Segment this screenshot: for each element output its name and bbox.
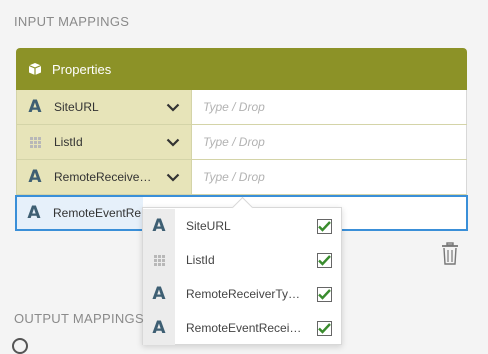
dropdown-item-label: RemoteEventRecei… [186, 321, 302, 335]
mapping-row: ListId Type / Drop [16, 125, 467, 160]
checkbox[interactable] [317, 286, 332, 302]
dropdown-item-label: RemoteReceiverTy… [186, 287, 301, 301]
dropdown-item[interactable]: A RemoteReceiverTy… [143, 277, 341, 311]
trash-icon[interactable] [440, 242, 460, 266]
lookup-type-icon [26, 136, 44, 148]
chevron-down-icon[interactable] [166, 173, 180, 182]
parameter-name: ListId [54, 135, 83, 149]
parameter-selector[interactable]: ListId [16, 125, 191, 159]
box-icon [28, 62, 42, 76]
chevron-down-icon[interactable] [166, 138, 180, 147]
mapping-row: A RemoteReceive… Type / Drop [16, 160, 467, 195]
dropdown-item[interactable]: ListId [143, 243, 341, 277]
properties-header[interactable]: Properties [16, 48, 467, 90]
checkbox[interactable] [317, 218, 332, 234]
text-type-icon: A [152, 318, 166, 338]
input-mappings-heading: INPUT MAPPINGS [14, 14, 130, 29]
parameter-selector[interactable]: A SiteURL [16, 90, 191, 124]
dropdown-item-label: ListId [186, 253, 215, 267]
text-type-icon: A [28, 167, 42, 187]
panel-title: Properties [52, 61, 112, 77]
text-type-icon: A [27, 203, 41, 223]
lookup-type-icon [150, 254, 168, 266]
dropdown-item[interactable]: A SiteURL [143, 209, 341, 243]
checkbox[interactable] [317, 320, 332, 336]
checkbox[interactable] [317, 252, 332, 268]
parameter-selector[interactable]: A RemoteReceive… [16, 160, 191, 194]
parameter-name: RemoteReceive… [54, 170, 152, 184]
text-type-icon: A [152, 284, 166, 304]
parameter-name: RemoteEventRe [53, 206, 142, 220]
parameter-dropdown: A SiteURL ListId A RemoteReceiverTy… A R… [142, 196, 342, 345]
dropdown-item-label: SiteURL [186, 219, 231, 233]
output-add-icon[interactable] [12, 338, 28, 354]
mapping-row: A SiteURL Type / Drop [16, 90, 467, 125]
parameter-name: SiteURL [54, 100, 99, 114]
properties-panel: Properties A SiteURL Type / Drop ListId … [16, 48, 467, 195]
value-input[interactable]: Type / Drop [191, 90, 467, 124]
text-type-icon: A [28, 97, 42, 117]
dropdown-item[interactable]: A RemoteEventRecei… [143, 311, 341, 345]
output-mappings-heading: OUTPUT MAPPINGS [14, 311, 144, 326]
text-type-icon: A [152, 216, 166, 236]
chevron-down-icon[interactable] [166, 103, 180, 112]
value-input[interactable]: Type / Drop [191, 125, 467, 159]
parameter-selector-active[interactable]: A RemoteEventRe [17, 197, 143, 229]
value-input[interactable]: Type / Drop [191, 160, 467, 194]
